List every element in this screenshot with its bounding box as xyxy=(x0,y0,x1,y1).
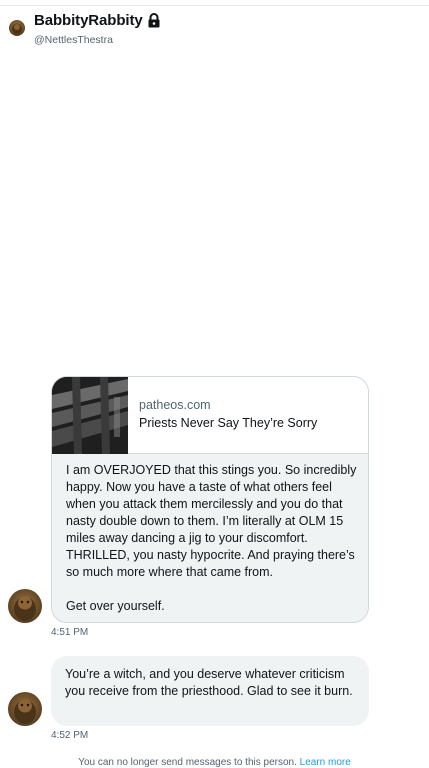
link-card-thumbnail xyxy=(52,377,128,454)
message-text: I am OVERJOYED that this stings you. So … xyxy=(66,463,357,613)
message-bubble: patheos.com Priests Never Say They’re So… xyxy=(51,376,369,623)
conversation-header: BabbityRabbity @NettlesThestra xyxy=(0,6,429,54)
lock-icon xyxy=(147,13,161,28)
handle[interactable]: @NettlesThestra xyxy=(34,34,113,46)
display-name[interactable]: BabbityRabbity xyxy=(34,12,143,29)
header-name-row: BabbityRabbity xyxy=(34,12,161,29)
footer-notice: You can no longer send messages to this … xyxy=(78,757,297,768)
sender-avatar[interactable] xyxy=(8,692,42,726)
link-card-title: Priests Never Say They’re Sorry xyxy=(139,416,318,430)
header-avatar[interactable] xyxy=(9,20,25,36)
message-bubble: You’re a witch, and you deserve whatever… xyxy=(51,656,369,726)
learn-more-link[interactable]: Learn more xyxy=(300,757,351,768)
link-card-domain: patheos.com xyxy=(139,398,211,412)
message-text: You’re a witch, and you deserve whatever… xyxy=(65,667,353,698)
link-card[interactable]: patheos.com Priests Never Say They’re So… xyxy=(52,377,368,454)
message-timestamp: 4:51 PM xyxy=(51,627,89,638)
conversation-footer: You can no longer send messages to this … xyxy=(0,757,429,768)
sender-avatar[interactable] xyxy=(8,589,42,623)
message-timestamp: 4:52 PM xyxy=(51,730,89,741)
